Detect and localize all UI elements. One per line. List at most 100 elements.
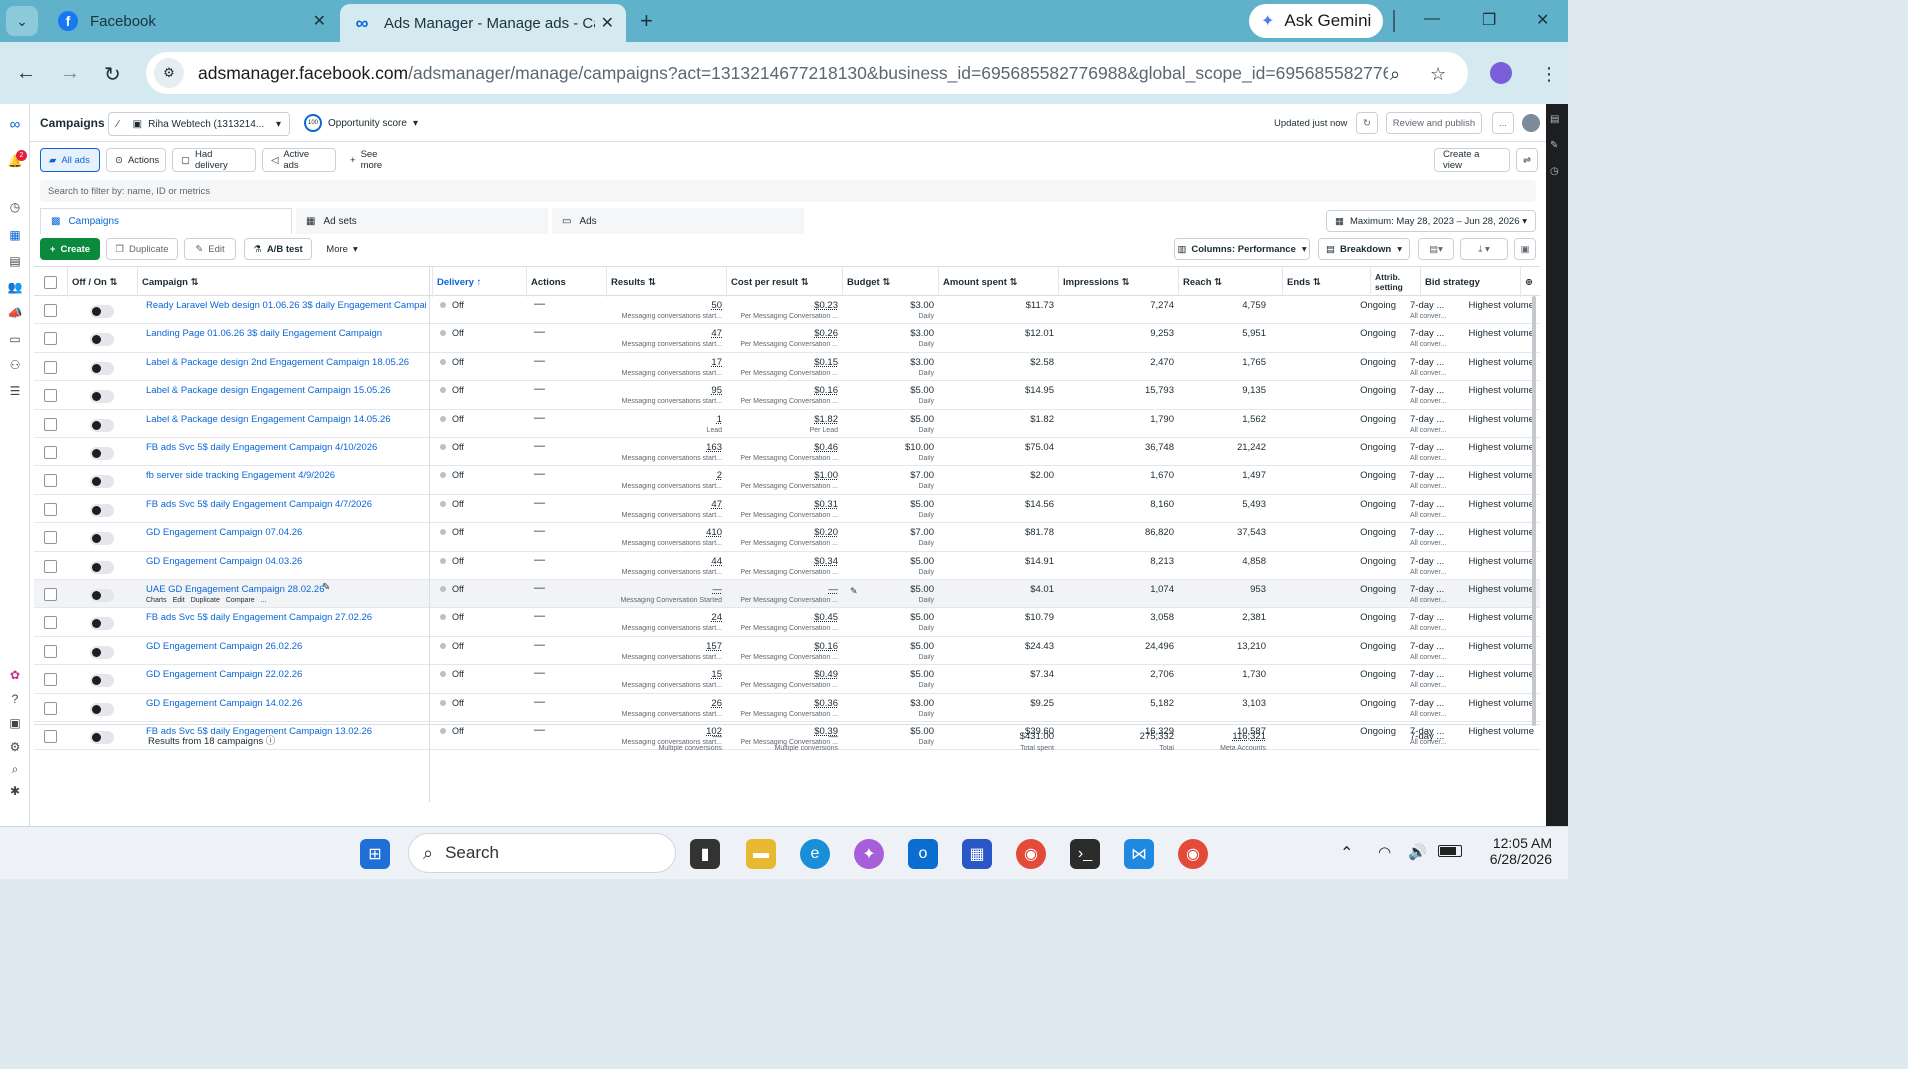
campaign-name-link[interactable]: Label & Package design Engagement Campai…	[146, 414, 426, 425]
battery-icon[interactable]	[1438, 845, 1462, 857]
on-off-toggle[interactable]	[90, 674, 114, 688]
cost-per-result-value[interactable]: $0.26	[750, 328, 838, 339]
on-off-toggle[interactable]	[90, 702, 114, 716]
reports-dropdown-icon[interactable]: ▤▾	[1418, 238, 1454, 260]
row-checkbox[interactable]	[44, 446, 57, 459]
settings-gear-icon[interactable]: ⚙	[7, 740, 23, 756]
ads-megaphone-icon[interactable]: 📣	[7, 306, 23, 322]
review-publish-button[interactable]: Review and publish	[1386, 112, 1482, 134]
outlook-icon[interactable]: o	[908, 839, 938, 869]
tab-facebook[interactable]: f Facebook ✕	[46, 4, 338, 38]
col-delivery[interactable]: Delivery ↑	[433, 267, 527, 297]
microsoft-store-icon[interactable]: ▦	[962, 839, 992, 869]
row-checkbox[interactable]	[44, 332, 57, 346]
back-arrow-icon[interactable]: ←	[16, 62, 36, 85]
results-value[interactable]: 44	[634, 556, 722, 567]
events-icon[interactable]: ⚇	[7, 358, 23, 374]
columns-dropdown[interactable]: ▥ Columns: Performance ▾	[1174, 238, 1310, 260]
table-row[interactable]: GD Engagement Campaign 14.02.26 Off — 26 Mes…	[34, 694, 1540, 722]
taskbar-clock[interactable]: 12:05 AM 6/28/2026	[1480, 835, 1552, 867]
row-checkbox[interactable]	[44, 474, 57, 488]
extension-icon[interactable]	[1490, 62, 1512, 84]
on-off-toggle[interactable]	[90, 645, 114, 659]
billing-card-icon[interactable]: ▭	[7, 332, 23, 348]
on-off-toggle[interactable]	[90, 617, 114, 631]
results-value[interactable]: 26	[634, 698, 722, 709]
table-row[interactable]: GD Engagement Campaign 22.02.26 Off — 15 Mes…	[34, 665, 1540, 694]
col-off-on[interactable]: Off / On ⇅	[68, 267, 138, 297]
date-range-picker[interactable]: ▦ Maximum: May 28, 2023 – Jun 28, 2026 ▾	[1326, 210, 1536, 232]
tab-campaigns[interactable]: ▩ Campaigns	[40, 208, 292, 234]
close-icon[interactable]: ✕	[313, 11, 326, 31]
tab-ads-manager[interactable]: ∞ Ads Manager - Manage ads - Ca ✕	[340, 4, 626, 42]
restore-icon[interactable]: ❐	[1482, 10, 1496, 30]
col-actions[interactable]: Actions	[527, 267, 607, 297]
campaign-name-link[interactable]: FB ads Svc 5$ daily Engagement Campaign …	[146, 499, 426, 510]
url-text[interactable]: adsmanager.facebook.com/adsmanager/manag…	[198, 63, 1388, 84]
row-checkbox[interactable]	[44, 417, 57, 431]
window-close-icon[interactable]: ✕	[1536, 10, 1549, 30]
row-checkbox[interactable]	[44, 531, 57, 545]
cost-per-result-value[interactable]: $0.46	[750, 442, 838, 453]
cost-per-result-value[interactable]: $0.36	[750, 698, 838, 709]
results-value[interactable]: 17	[634, 357, 722, 368]
col-amount-spent[interactable]: Amount spent ⇅	[939, 267, 1059, 297]
overview-icon[interactable]: ◷	[7, 200, 23, 216]
ask-gemini-button[interactable]: ✦ Ask Gemini	[1249, 4, 1383, 38]
budget-value[interactable]: $5.00	[854, 641, 934, 652]
budget-value[interactable]: $10.00	[854, 442, 934, 453]
table-row[interactable]: GD Engagement Campaign 04.03.26 Off — 44 Mes…	[34, 552, 1540, 580]
ab-test-button[interactable]: ⚗ A/B test	[244, 238, 312, 260]
browser-menu-icon[interactable]: ⋮	[1540, 64, 1558, 85]
cost-per-result-value[interactable]: $0.34	[750, 556, 838, 567]
tab-ads[interactable]: ▭ Ads	[552, 208, 804, 234]
url-bar[interactable]: ⚙ adsmanager.facebook.com/adsmanager/man…	[146, 52, 1468, 94]
col-results[interactable]: Results ⇅	[607, 267, 727, 297]
tab-ad-sets[interactable]: ▦ Ad sets	[296, 208, 548, 234]
results-value[interactable]: 410	[634, 527, 722, 538]
row-action-4[interactable]: ...	[261, 597, 267, 604]
table-row[interactable]: UAE GD Engagement Campaign 28.02.26 Chart…	[34, 580, 1540, 609]
campaign-name-link[interactable]: GD Engagement Campaign 04.03.26	[146, 556, 426, 567]
results-value[interactable]: 47	[634, 328, 722, 339]
row-action-1[interactable]: Edit	[173, 597, 185, 604]
on-off-toggle[interactable]	[90, 305, 114, 318]
row-checkbox[interactable]	[44, 644, 57, 658]
create-view-button[interactable]: Create a view	[1434, 148, 1510, 172]
campaign-name-link[interactable]: GD Engagement Campaign 14.02.26	[146, 698, 426, 709]
duplicate-button[interactable]: ❐ Duplicate	[106, 238, 178, 260]
audiences-icon[interactable]: 👥	[7, 280, 23, 296]
campaign-name-link[interactable]: FB ads Svc 5$ daily Engagement Campaign …	[146, 612, 426, 623]
budget-value[interactable]: $5.00	[854, 584, 934, 595]
row-checkbox[interactable]	[44, 389, 57, 403]
minimize-icon[interactable]: —	[1424, 10, 1440, 28]
filter-active-ads[interactable]: ◁ Active ads	[262, 148, 336, 172]
account-selector[interactable]: ∕ ▣ Riha Webtech (1313214... ▾	[108, 112, 290, 136]
results-value[interactable]: —	[634, 584, 723, 595]
row-checkbox[interactable]	[44, 616, 57, 630]
campaign-name-link[interactable]: UAE GD Engagement Campaign 28.02.26	[146, 584, 426, 595]
more-dropdown[interactable]: More ▾	[318, 238, 366, 260]
history-clock-icon[interactable]: ◷	[1550, 166, 1559, 177]
campaign-name-link[interactable]: FB ads Svc 5$ daily Engagement Campaign …	[146, 442, 426, 453]
campaign-name-link[interactable]: fb server side tracking Engagement 4/9/2…	[146, 470, 426, 481]
tab-search-chevron-icon[interactable]: ⌄	[6, 6, 38, 36]
row-checkbox[interactable]	[44, 559, 57, 573]
budget-value[interactable]: $3.00	[854, 328, 934, 339]
meta-logo-icon[interactable]: ∞	[7, 116, 23, 133]
col-reach[interactable]: Reach ⇅	[1179, 267, 1283, 297]
campaigns-table-icon[interactable]: ▦	[7, 228, 23, 244]
edge-browser-icon[interactable]: e	[800, 839, 830, 869]
filter-settings-icon[interactable]: ⇌	[1516, 148, 1538, 172]
row-action-3[interactable]: Compare	[226, 597, 255, 604]
row-action-2[interactable]: Duplicate	[191, 597, 220, 604]
row-checkbox[interactable]	[44, 701, 57, 715]
create-button[interactable]: + Create	[40, 238, 100, 260]
budget-value[interactable]: $5.00	[854, 499, 934, 510]
wifi-icon[interactable]: ◠	[1378, 843, 1391, 861]
on-off-toggle[interactable]	[90, 447, 114, 460]
cost-per-result-value[interactable]: —	[750, 584, 839, 595]
on-off-toggle[interactable]	[90, 560, 114, 574]
results-value[interactable]: 50	[634, 300, 722, 311]
campaign-name-link[interactable]: Landing Page 01.06.26 3$ daily Engagemen…	[146, 328, 426, 339]
